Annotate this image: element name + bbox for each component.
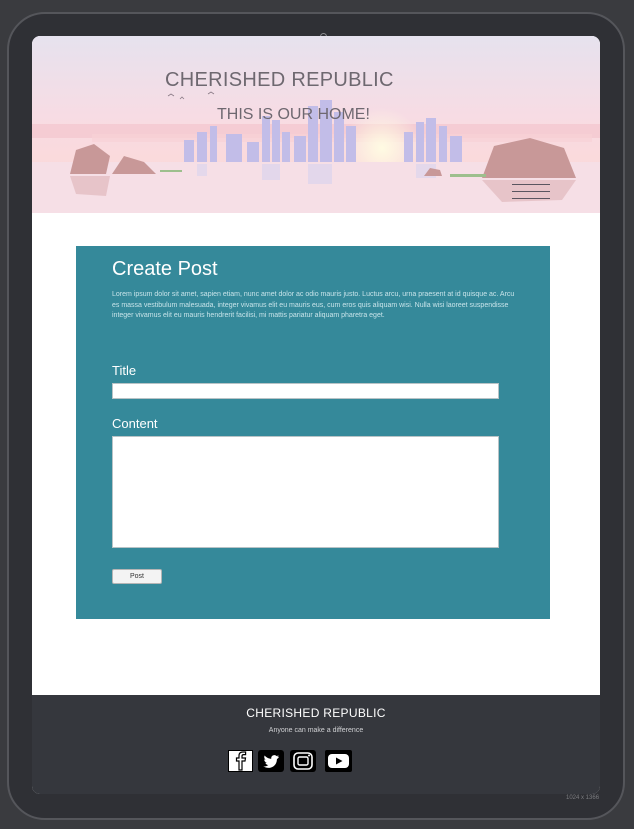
- site-title: CHERISHED REPUBLIC: [165, 69, 394, 91]
- form-heading: Create Post: [112, 258, 218, 280]
- menu-line: [512, 198, 550, 199]
- content-label: Content: [112, 416, 158, 431]
- tablet-screen: CHERISHED REPUBLIC THIS IS OUR HOME! Cre…: [32, 36, 600, 794]
- twitter-icon[interactable]: [258, 750, 284, 772]
- title-label: Title: [112, 363, 137, 378]
- post-button[interactable]: Post: [112, 569, 162, 584]
- footer-title: CHERISHED REPUBLIC: [246, 706, 386, 720]
- footer-tagline: Anyone can make a difference: [268, 727, 364, 734]
- site-tagline: THIS IS OUR HOME!: [217, 106, 370, 123]
- site-footer: CHERISHED REPUBLIC Anyone can make a dif…: [32, 695, 600, 794]
- facebook-icon[interactable]: [228, 750, 253, 772]
- menu-line: [512, 191, 550, 192]
- create-post-panel: Create Post Lorem ipsum dolor sit amet, …: [76, 246, 550, 619]
- form-description: Lorem ipsum dolor sit amet, sapien etiam…: [112, 291, 515, 319]
- title-input[interactable]: [112, 383, 499, 399]
- hamburger-menu-icon[interactable]: [512, 184, 550, 202]
- youtube-icon[interactable]: [325, 750, 352, 772]
- menu-line: [512, 184, 550, 185]
- content-textarea[interactable]: [112, 436, 499, 548]
- hero-banner: CHERISHED REPUBLIC THIS IS OUR HOME!: [32, 36, 600, 213]
- viewport-size-label: 1024 x 1366: [566, 795, 600, 801]
- instagram-icon[interactable]: [290, 750, 316, 772]
